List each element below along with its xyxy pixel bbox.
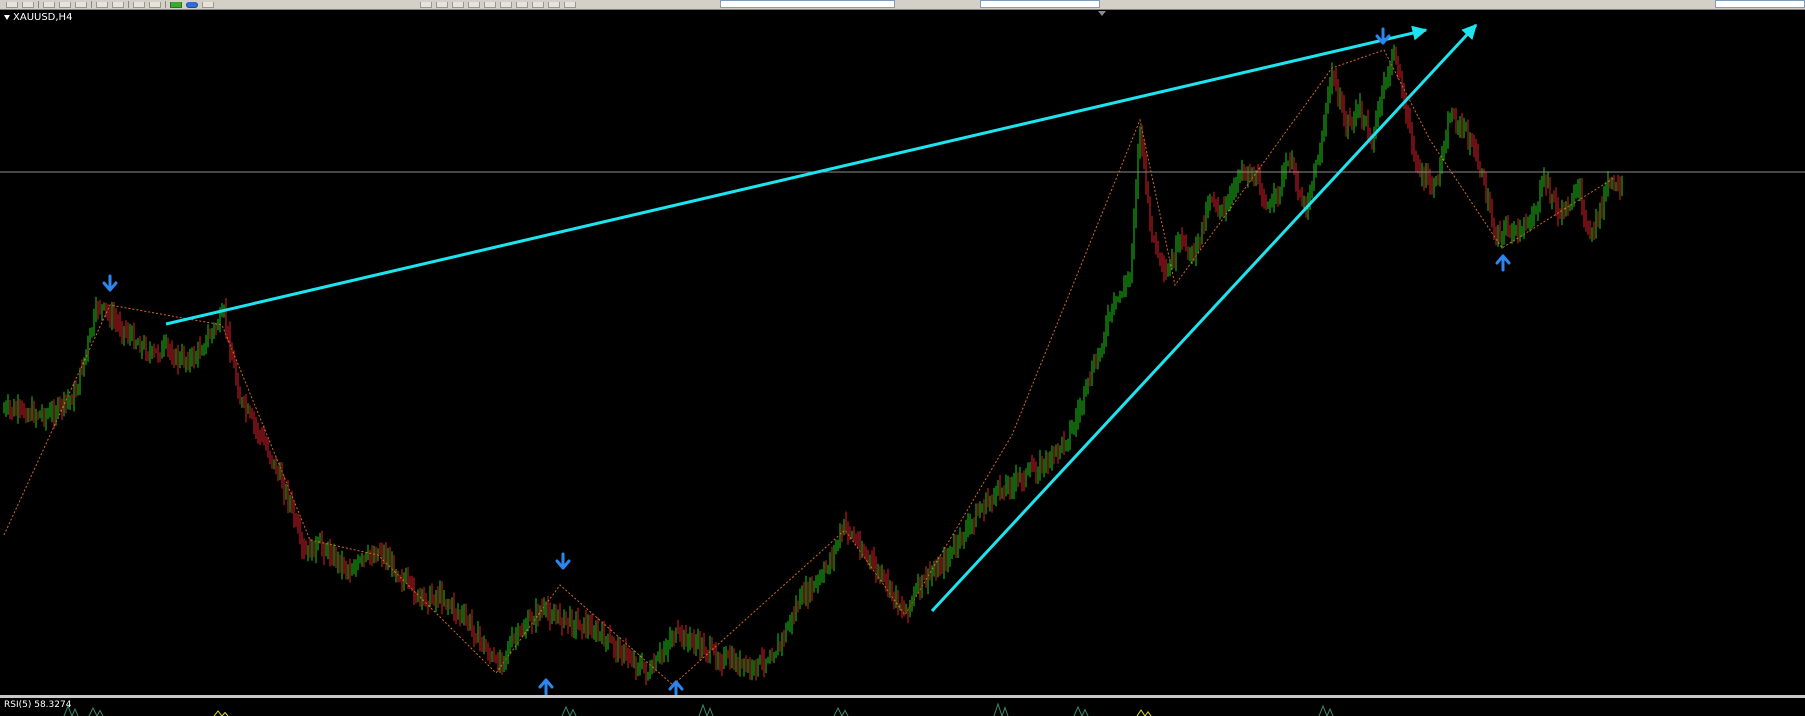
price-chart[interactable]: XAUUSD,H4 bbox=[0, 10, 1805, 695]
period-selector[interactable] bbox=[720, 0, 895, 8]
toolbar-separator bbox=[165, 1, 166, 8]
trendline-tool-button[interactable] bbox=[484, 1, 496, 8]
toolbar-file-group bbox=[6, 1, 214, 8]
arrow-tool-button[interactable] bbox=[564, 1, 576, 8]
arrow-up-icon[interactable] bbox=[1495, 254, 1511, 272]
triangle-down-icon[interactable] bbox=[4, 15, 10, 20]
new-chart-button[interactable] bbox=[6, 1, 18, 8]
arrow-down-icon[interactable] bbox=[102, 274, 118, 292]
new-order-button[interactable] bbox=[112, 1, 124, 8]
symbol-label: XAUUSD,H4 bbox=[13, 12, 73, 23]
lower-trendline[interactable] bbox=[930, 23, 1478, 613]
upper-trendline[interactable] bbox=[165, 25, 1428, 326]
trendlines bbox=[165, 23, 1478, 613]
globe-icon[interactable] bbox=[186, 1, 198, 8]
toolbar-separator bbox=[91, 1, 92, 8]
toolbar bbox=[0, 0, 1805, 10]
vertical-line-tool-button[interactable] bbox=[452, 1, 464, 8]
chart-symbol-title[interactable]: XAUUSD,H4 bbox=[4, 12, 72, 23]
text-tool-button[interactable] bbox=[532, 1, 544, 8]
toolbar-drawing-group bbox=[420, 1, 576, 8]
chart-shift-marker[interactable] bbox=[1098, 11, 1106, 16]
candlestick-chart[interactable] bbox=[0, 10, 1805, 695]
navigator-button[interactable] bbox=[75, 1, 87, 8]
add-indicator-icon[interactable] bbox=[170, 1, 182, 8]
cursor-tool-button[interactable] bbox=[420, 1, 432, 8]
fibonacci-tool-button[interactable] bbox=[516, 1, 528, 8]
arrow-down-icon[interactable] bbox=[555, 552, 571, 570]
rsi-plot bbox=[63, 702, 1334, 716]
market-watch-button[interactable] bbox=[43, 1, 55, 8]
rsi-label: RSI(5) 58.3274 bbox=[4, 700, 72, 710]
rsi-line bbox=[88, 706, 104, 716]
candles bbox=[3, 44, 1623, 686]
data-window-button[interactable] bbox=[59, 1, 71, 8]
label-tool-button[interactable] bbox=[548, 1, 560, 8]
zoom-out-button[interactable] bbox=[149, 1, 161, 8]
rsi-line bbox=[1073, 705, 1089, 716]
crosshair-tool-button[interactable] bbox=[436, 1, 448, 8]
profiles-button[interactable] bbox=[22, 1, 34, 8]
zoom-in-button[interactable] bbox=[133, 1, 145, 8]
rsi-line bbox=[698, 703, 714, 716]
rsi-line bbox=[993, 702, 1009, 716]
rsi-line bbox=[1136, 709, 1152, 716]
templates-button[interactable] bbox=[202, 1, 214, 8]
rsi-line bbox=[1318, 704, 1334, 716]
arrow-up-icon[interactable] bbox=[538, 678, 554, 695]
rsi-line bbox=[213, 710, 229, 716]
autotrading-button[interactable] bbox=[96, 1, 108, 8]
rsi-line bbox=[561, 705, 577, 716]
toolbar-separator bbox=[128, 1, 129, 8]
account-field[interactable] bbox=[1715, 0, 1805, 8]
toolbar-separator bbox=[38, 1, 39, 8]
horizontal-line-tool-button[interactable] bbox=[468, 1, 480, 8]
rsi-subwindow[interactable]: RSI(5) 58.3274 bbox=[0, 698, 1805, 716]
channel-tool-button[interactable] bbox=[500, 1, 512, 8]
rsi-line bbox=[833, 706, 849, 716]
search-field[interactable] bbox=[980, 0, 1100, 8]
